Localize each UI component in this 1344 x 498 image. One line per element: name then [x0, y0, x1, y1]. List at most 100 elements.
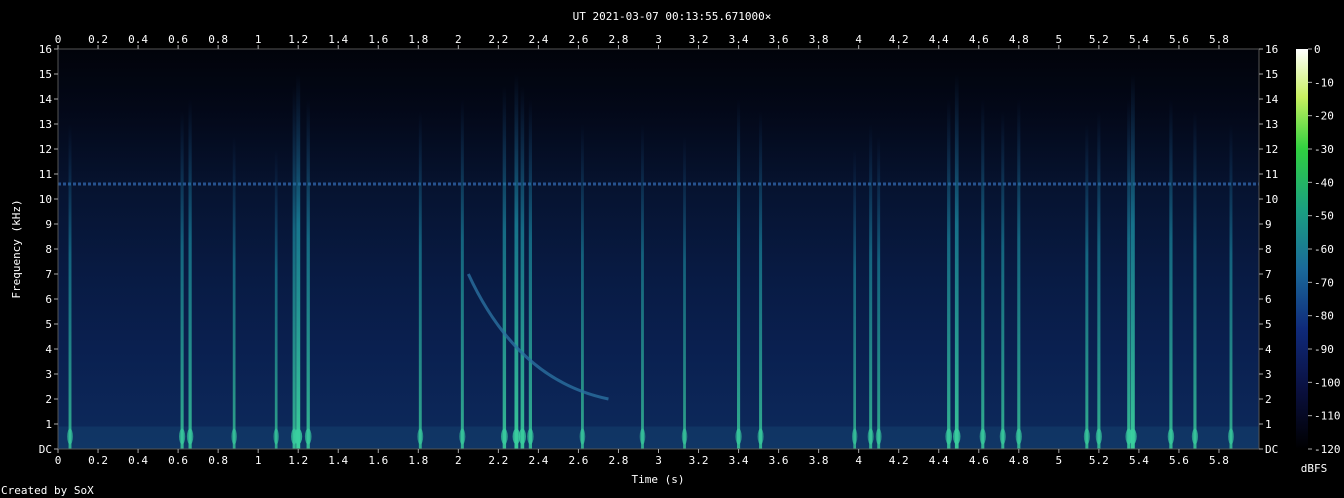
x-tick-label-bottom-24: 4.8	[1009, 454, 1029, 467]
x-tick-label-top-15: 3	[655, 33, 662, 46]
x-tick-label-bottom-25: 5	[1056, 454, 1063, 467]
x-tick-label-top-20: 4	[855, 33, 862, 46]
impulse-mark-29	[1127, 99, 1131, 449]
spectrogram-figure: UT 2021-03-07 00:13:55.671000× 0 0.2 0.4 0.…	[1, 10, 1341, 497]
impulse-mark-0	[68, 124, 72, 449]
impulse-mark-10	[502, 86, 507, 449]
x-tick-label-bottom-12: 2.4	[528, 454, 548, 467]
x-tick-label-top-24: 4.8	[1009, 33, 1029, 46]
impulse-base-21	[875, 428, 882, 445]
impulse-mark-12	[520, 86, 525, 449]
footer-credit: Created by SoX	[1, 484, 94, 497]
x-tick-label-bottom-23: 4.6	[969, 454, 989, 467]
x-tick-label-top-5: 1	[255, 33, 262, 46]
x-tick-label-top-21: 4.2	[889, 33, 909, 46]
impulse-base-15	[639, 428, 646, 445]
x-tick-label-top-8: 1.6	[368, 33, 388, 46]
y-tick-label-left-15: 15	[39, 68, 52, 81]
x-tick-label-top-18: 3.6	[769, 33, 789, 46]
y-tick-label-right-6: 6	[1265, 293, 1272, 306]
y-tick-label-right-4: 4	[1265, 343, 1272, 356]
impulse-mark-26	[1017, 99, 1021, 449]
x-tick-label-top-22: 4.4	[929, 33, 949, 46]
x-tick-label-top-26: 5.2	[1089, 33, 1109, 46]
impulse-base-6	[294, 428, 303, 445]
y-tick-label-left-7: 7	[45, 268, 52, 281]
impulse-mark-31	[1169, 99, 1173, 449]
x-tick-label-bottom-20: 4	[855, 454, 862, 467]
impulse-mark-21	[877, 136, 881, 449]
colorbar-tick-label-6: -60	[1314, 243, 1334, 256]
impulse-base-8	[417, 428, 424, 445]
impulse-base-33	[1228, 428, 1234, 445]
impulse-mark-28	[1097, 111, 1101, 449]
impulse-mark-14	[581, 124, 584, 449]
impulse-mark-19	[853, 149, 857, 449]
impulse-mark-17	[737, 99, 741, 449]
x-tick-label-top-25: 5	[1056, 33, 1063, 46]
colorbar-tick-label-8: -80	[1314, 310, 1334, 323]
y-tick-label-left-14: 14	[39, 93, 53, 106]
x-tick-label-bottom-5: 1	[255, 454, 262, 467]
x-tick-label-bottom-10: 2	[455, 454, 462, 467]
impulse-base-16	[681, 428, 688, 445]
plot-area	[58, 49, 1259, 449]
impulse-base-17	[735, 428, 742, 445]
chart-title: UT 2021-03-07 00:13:55.671000×	[573, 10, 772, 23]
y-tick-label-right-0: DC	[1265, 443, 1278, 456]
x-tick-label-top-29: 5.8	[1209, 33, 1229, 46]
x-tick-label-bottom-21: 4.2	[889, 454, 909, 467]
x-tick-label-top-4: 0.8	[208, 33, 228, 46]
y-tick-label-right-13: 13	[1265, 118, 1278, 131]
x-tick-label-bottom-22: 4.4	[929, 454, 949, 467]
x-tick-label-top-7: 1.4	[328, 33, 348, 46]
y-tick-label-left-1: 1	[45, 418, 52, 431]
impulse-mark-32	[1193, 111, 1197, 449]
colorbar-tick-label-0: 0	[1314, 43, 1321, 56]
y-tick-label-right-3: 3	[1265, 368, 1272, 381]
x-tick-label-top-9: 1.8	[408, 33, 428, 46]
impulse-mark-13	[528, 99, 532, 449]
y-tick-label-left-10: 10	[39, 193, 52, 206]
x-tick-label-top-3: 0.6	[168, 33, 188, 46]
impulse-mark-33	[1229, 124, 1233, 449]
impulse-base-20	[867, 428, 874, 445]
x-tick-label-top-10: 2	[455, 33, 462, 46]
impulse-mark-23	[954, 74, 959, 449]
impulse-mark-20	[869, 124, 873, 449]
impulse-mark-16	[683, 136, 686, 449]
x-tick-label-bottom-2: 0.4	[128, 454, 148, 467]
impulse-mark-30	[1130, 74, 1135, 449]
impulse-base-25	[999, 428, 1006, 445]
y-tick-label-left-8: 8	[45, 243, 52, 256]
y-tick-label-left-0: DC	[39, 443, 52, 456]
colorbar-tick-label-1: -10	[1314, 76, 1334, 89]
y-tick-label-right-2: 2	[1265, 393, 1272, 406]
x-tick-label-bottom-7: 1.4	[328, 454, 348, 467]
y-tick-label-right-12: 12	[1265, 143, 1278, 156]
x-tick-label-bottom-18: 3.6	[769, 454, 789, 467]
impulse-base-14	[579, 428, 586, 445]
y-tick-label-right-16: 16	[1265, 43, 1278, 56]
colorbar-ticks: 0 -10 -20 -30 -40 -50 -60 -70 -80 -90 -100 -110 -120	[1308, 43, 1341, 456]
y-tick-label-right-11: 11	[1265, 168, 1278, 181]
y-tick-label-right-8: 8	[1265, 243, 1272, 256]
impulse-mark-6	[296, 74, 301, 449]
y-tick-label-left-3: 3	[45, 368, 52, 381]
y-tick-label-left-11: 11	[39, 168, 52, 181]
impulse-base-1	[179, 428, 186, 445]
y-ticks-right: DC12345678910111213141516	[1259, 43, 1279, 456]
x-tick-label-bottom-15: 3	[655, 454, 662, 467]
impulse-base-23	[953, 428, 961, 445]
impulse-base-24	[979, 428, 986, 445]
impulse-mark-24	[981, 99, 985, 449]
x-tick-label-top-23: 4.6	[969, 33, 989, 46]
x-tick-label-bottom-1: 0.2	[88, 454, 108, 467]
impulse-base-12	[518, 428, 526, 445]
x-tick-label-bottom-9: 1.8	[408, 454, 428, 467]
colorbar-tick-label-10: -100	[1314, 376, 1341, 389]
y-tick-label-right-7: 7	[1265, 268, 1272, 281]
impulse-mark-9	[460, 99, 464, 449]
x-tick-label-bottom-11: 2.2	[488, 454, 508, 467]
impulse-base-28	[1095, 428, 1102, 445]
